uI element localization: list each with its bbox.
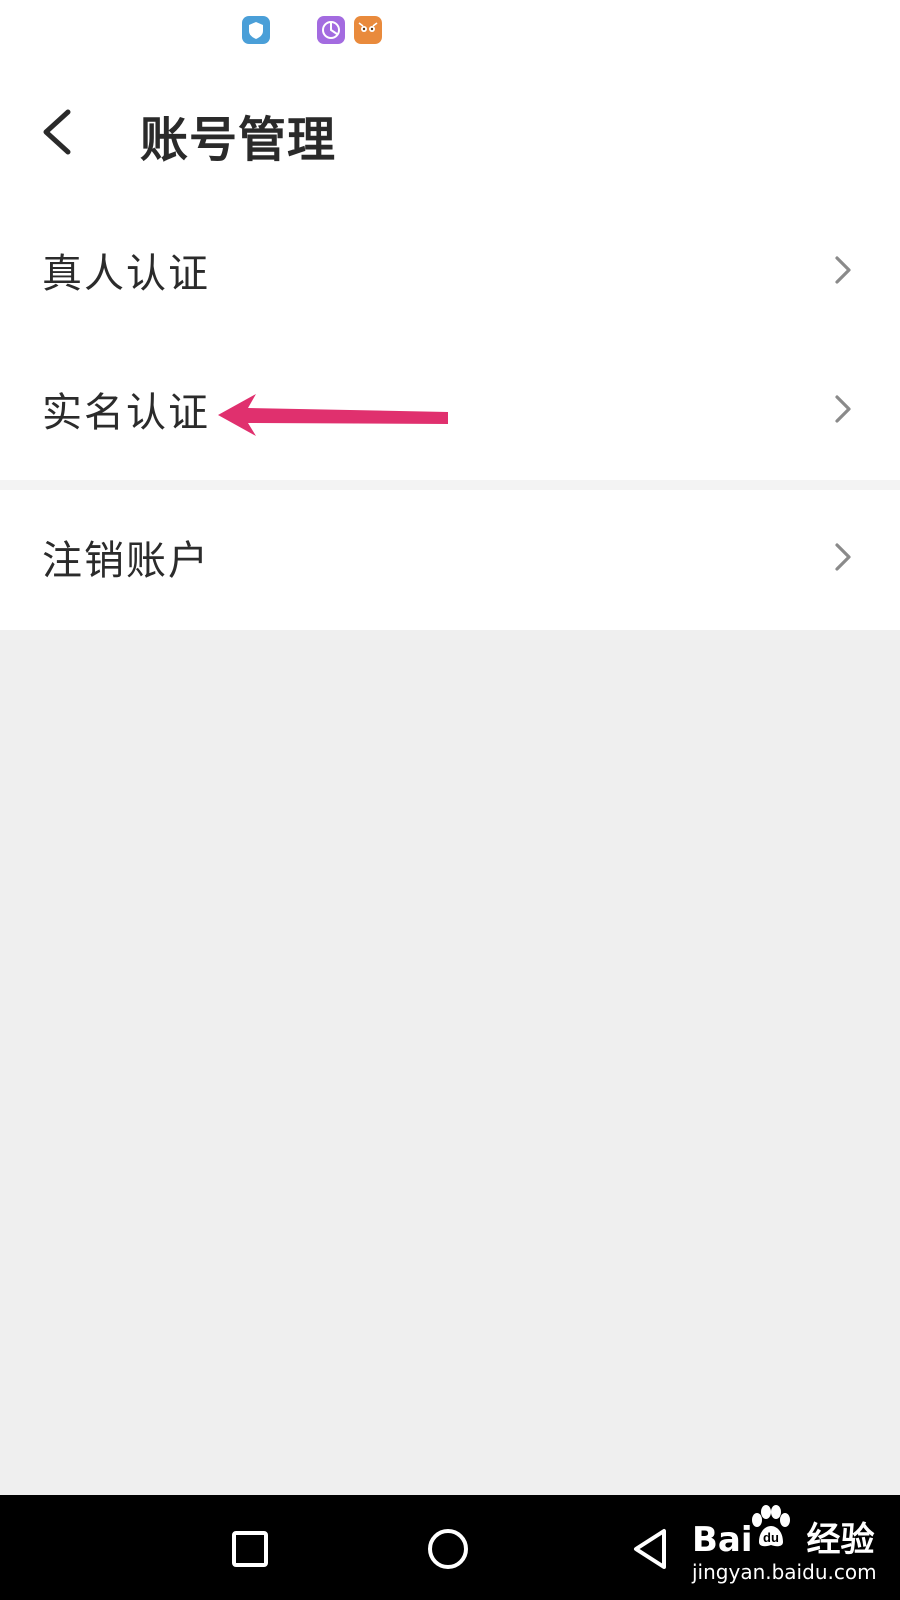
back-triangle-icon[interactable] — [628, 1525, 676, 1573]
recents-square-icon[interactable] — [226, 1525, 274, 1573]
browser-icon — [317, 16, 345, 44]
chevron-left-icon[interactable] — [36, 106, 80, 158]
cat-app-icon — [354, 16, 382, 44]
paw-icon: du — [746, 1504, 796, 1550]
menu-item-label: 实名认证 — [42, 390, 210, 436]
menu-item-real-name-verification[interactable]: 实名认证 — [0, 342, 900, 482]
section-divider — [0, 480, 900, 490]
menu-item-label: 注销账户 — [42, 538, 210, 584]
shield-icon — [242, 16, 270, 44]
page-title: 账号管理 — [140, 112, 337, 168]
chevron-right-icon — [832, 253, 854, 287]
menu-item-label: 真人认证 — [42, 251, 210, 297]
home-circle-icon[interactable] — [424, 1525, 472, 1573]
baidu-jingyan-watermark: Bai 经验 du jingyan.baidu.com — [688, 1500, 900, 1595]
svg-text:du: du — [763, 1530, 779, 1545]
chevron-right-icon — [832, 540, 854, 574]
watermark-url: jingyan.baidu.com — [692, 1560, 877, 1584]
annotation-arrow-icon — [218, 390, 450, 440]
status-bar — [0, 16, 900, 46]
chevron-right-icon — [832, 392, 854, 426]
top-app-bar: 账号管理 — [0, 86, 900, 182]
screen: 账号管理 真人认证 实名认证 注销账户 Bai 经验 du jingyan.ba… — [0, 0, 900, 1600]
menu-item-real-person-verification[interactable]: 真人认证 — [0, 203, 900, 343]
menu-item-cancel-account[interactable]: 注销账户 — [0, 490, 900, 630]
